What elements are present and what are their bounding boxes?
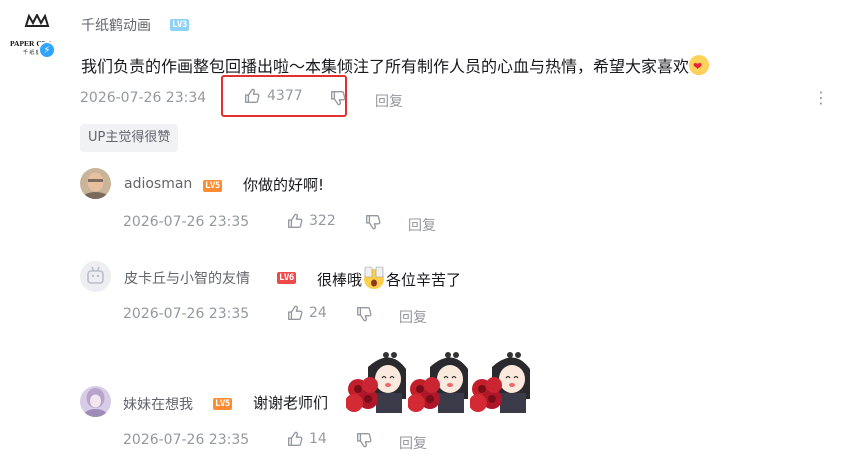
like-count: 24 [309, 305, 327, 321]
comment-username[interactable]: 千纸鹤动画 [81, 15, 151, 35]
reply-button[interactable]: 回复 [375, 91, 403, 111]
reply-content: 你做的好啊! [243, 176, 325, 194]
bolt-badge-icon: ⚡ [38, 41, 56, 59]
level-badge: LV5 [203, 180, 222, 192]
kiss-emoji-icon [689, 55, 710, 75]
sticker-group [345, 349, 532, 413]
thumb-up-icon [245, 88, 260, 103]
level-badge: LV3 [170, 19, 189, 31]
avatar[interactable]: PAPER CRA 千 纸 鹤 动 画 [8, 12, 66, 64]
level-badge: LV5 [213, 398, 232, 410]
reply-button[interactable]: 回复 [399, 433, 427, 453]
reply-time: 2026-07-26 23:35 [123, 432, 250, 448]
like-count: 322 [309, 213, 336, 229]
comment-time: 2026-07-26 23:34 [80, 90, 207, 106]
like-count: 14 [309, 431, 327, 447]
up-liked-tag: UP主觉得很赞 [80, 124, 179, 152]
sticker-girl-roses-icon [345, 349, 408, 413]
default-avatar-icon [87, 266, 104, 284]
thumb-up-icon [288, 431, 303, 446]
thumb-down-icon [357, 433, 372, 448]
avatar[interactable] [80, 261, 111, 292]
like-button[interactable]: 4377 [243, 87, 303, 105]
thumb-down-icon [366, 215, 381, 230]
avatar[interactable] [80, 168, 111, 199]
more-options-icon[interactable]: ⋮ [813, 88, 829, 107]
reply-button[interactable]: 回复 [408, 215, 436, 235]
thumb-up-icon [288, 213, 303, 228]
like-button[interactable]: 24 [286, 304, 327, 322]
reply-time: 2026-07-26 23:35 [123, 306, 250, 322]
dislike-button[interactable] [329, 89, 347, 111]
avatar[interactable] [80, 386, 111, 417]
like-count: 4377 [267, 88, 303, 104]
dislike-button[interactable] [355, 431, 373, 453]
sticker-girl-roses-icon [469, 349, 532, 413]
reply-time: 2026-07-26 23:35 [123, 214, 250, 230]
thumb-down-icon [331, 91, 346, 106]
dislike-button[interactable] [355, 305, 373, 327]
comment-content: 我们负责的作画整包回播出啦～本集倾注了所有制作人员的心血与热情，希望大家喜欢 [81, 53, 710, 77]
reply-content: 谢谢老师们 [253, 394, 329, 412]
reply-username[interactable]: 妹妹在想我 [123, 394, 193, 414]
sticker-girl-roses-icon [407, 349, 470, 413]
reply-button[interactable]: 回复 [399, 307, 427, 327]
reply-username[interactable]: adiosman [124, 176, 192, 192]
like-button[interactable]: 322 [286, 212, 336, 230]
like-button[interactable]: 14 [286, 430, 327, 448]
shocked-emoji-icon [362, 266, 386, 290]
dislike-button[interactable] [364, 213, 382, 235]
level-badge: LV6 [277, 272, 296, 284]
reply-content: 很棒哦 各位辛苦了 [317, 266, 461, 290]
reply-username[interactable]: 皮卡丘与小智的友情 [124, 268, 250, 288]
thumb-down-icon [357, 307, 372, 322]
thumb-up-icon [288, 305, 303, 320]
